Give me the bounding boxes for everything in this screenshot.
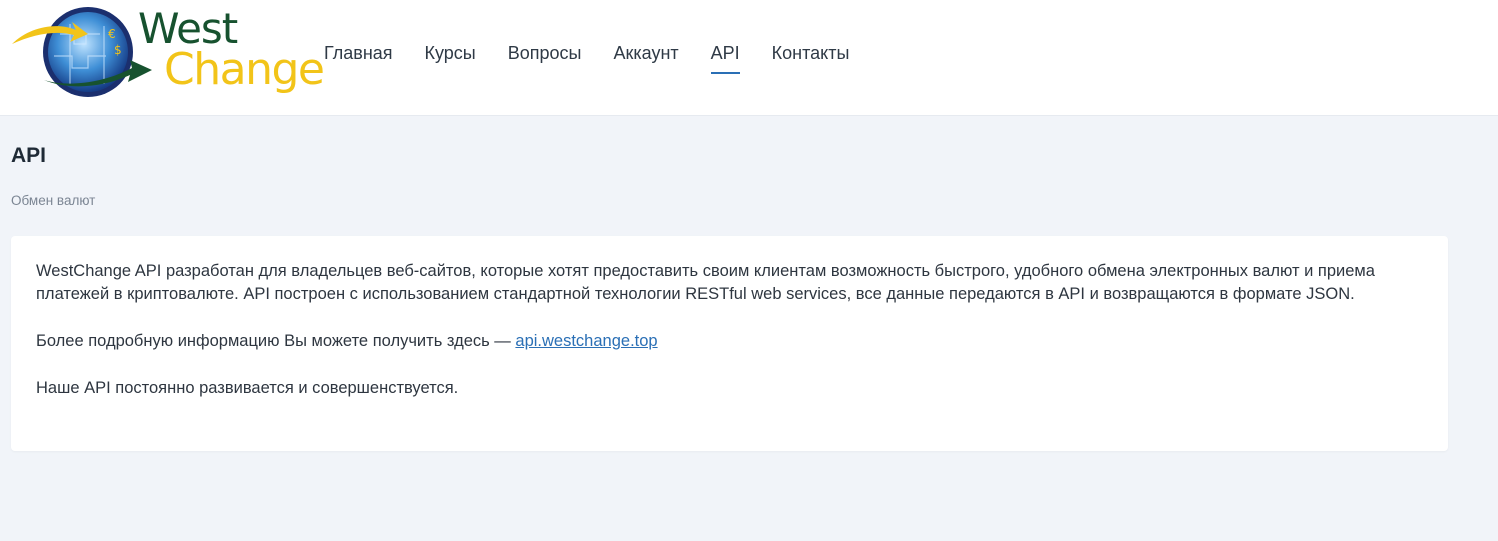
nav-item-account[interactable]: Аккаунт: [613, 40, 678, 74]
more-info-text: Более подробную информацию Вы можете пол…: [36, 332, 516, 350]
svg-text:$: $: [114, 43, 122, 57]
api-docs-link[interactable]: api.westchange.top: [515, 332, 657, 350]
brand-logo[interactable]: € $ West Change: [10, 4, 330, 102]
nav-item-contacts[interactable]: Контакты: [772, 40, 850, 74]
site-header: € $ West Change Главная Курсы Вопросы Ак…: [0, 0, 1498, 116]
page-subtitle: Обмен валют: [11, 193, 96, 208]
nav-item-home[interactable]: Главная: [324, 40, 393, 74]
api-description-paragraph: WestChange API разработан для владельцев…: [36, 262, 1375, 303]
main-nav: Главная Курсы Вопросы Аккаунт API Контак…: [324, 40, 849, 80]
api-development-paragraph: Наше API постоянно развивается и соверше…: [36, 379, 459, 397]
nav-item-faq[interactable]: Вопросы: [508, 40, 582, 74]
content-card: WestChange API разработан для владельцев…: [11, 236, 1448, 451]
svg-text:€: €: [108, 27, 116, 41]
nav-item-rates[interactable]: Курсы: [425, 40, 476, 74]
nav-item-api[interactable]: API: [710, 40, 740, 74]
page-title: API: [11, 144, 47, 167]
brand-name-change: Change: [164, 44, 325, 95]
more-info-paragraph: Более подробную информацию Вы можете пол…: [36, 330, 1423, 353]
